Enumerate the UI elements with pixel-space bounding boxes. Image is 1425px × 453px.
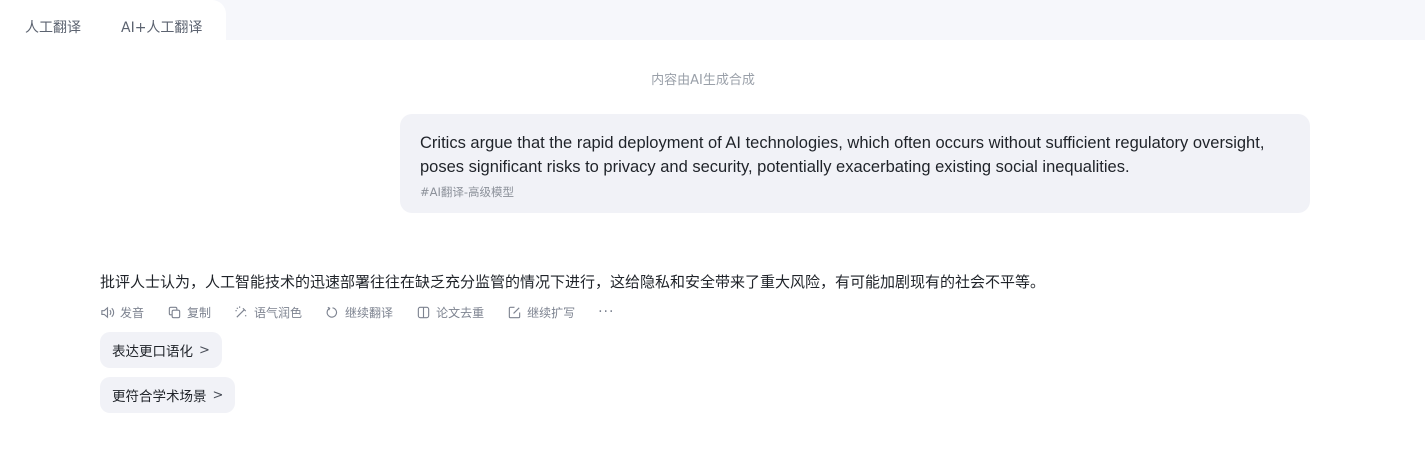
source-text-bubble: Critics argue that the rapid deployment … [400, 114, 1310, 213]
tab-ai-human-translation[interactable]: AI+人工翻译 [121, 17, 202, 37]
suggestion-label: 更符合学术场景 [112, 389, 207, 405]
speaker-icon [101, 306, 115, 318]
pronounce-label: 发音 [120, 305, 145, 320]
continue-translate-button[interactable]: 继续翻译 [325, 304, 393, 321]
edit-icon [508, 306, 521, 318]
tab-human-translation[interactable]: 人工翻译 [25, 17, 81, 37]
dedupe-paper-button[interactable]: 论文去重 [416, 304, 484, 321]
copy-label: 复制 [187, 305, 212, 320]
copy-button[interactable]: 复制 [167, 304, 211, 321]
ai-generated-notice: 内容由AI生成合成 [651, 73, 755, 88]
translation-result: 批评人士认为，人工智能技术的迅速部署往往在缺乏充分监管的情况下进行，这给隐私和安… [100, 273, 1046, 291]
polish-tone-button[interactable]: 语气润色 [234, 304, 302, 321]
suggestion-label: 表达更口语化 [112, 344, 193, 360]
dedupe-paper-label: 论文去重 [436, 305, 485, 320]
continue-expand-label: 继续扩写 [527, 305, 576, 320]
copy-icon [168, 306, 181, 318]
model-tag: #AI翻译-高级模型 [420, 185, 515, 199]
continue-translate-label: 继续翻译 [345, 305, 394, 320]
refresh-icon [326, 306, 338, 318]
polish-tone-label: 语气润色 [254, 305, 303, 320]
tab-bar: 人工翻译 AI+人工翻译 [0, 0, 1425, 40]
more-options-button[interactable]: ··· [598, 304, 614, 320]
pronounce-button[interactable]: 发音 [100, 304, 144, 321]
suggestion-colloquial[interactable]: 表达更口语化 > [100, 332, 222, 368]
suggestion-academic[interactable]: 更符合学术场景 > [100, 377, 236, 413]
action-toolbar: 发音 复制 语气润色 继续翻译 论文去重 继续扩写 ··· [100, 304, 614, 320]
chevron-right-icon: > [199, 342, 210, 358]
chevron-right-icon: > [212, 387, 224, 403]
source-text: Critics argue that the rapid deployment … [420, 134, 1265, 176]
continue-expand-button[interactable]: 继续扩写 [507, 304, 575, 321]
magic-wand-icon [235, 305, 247, 318]
book-icon [417, 306, 430, 318]
